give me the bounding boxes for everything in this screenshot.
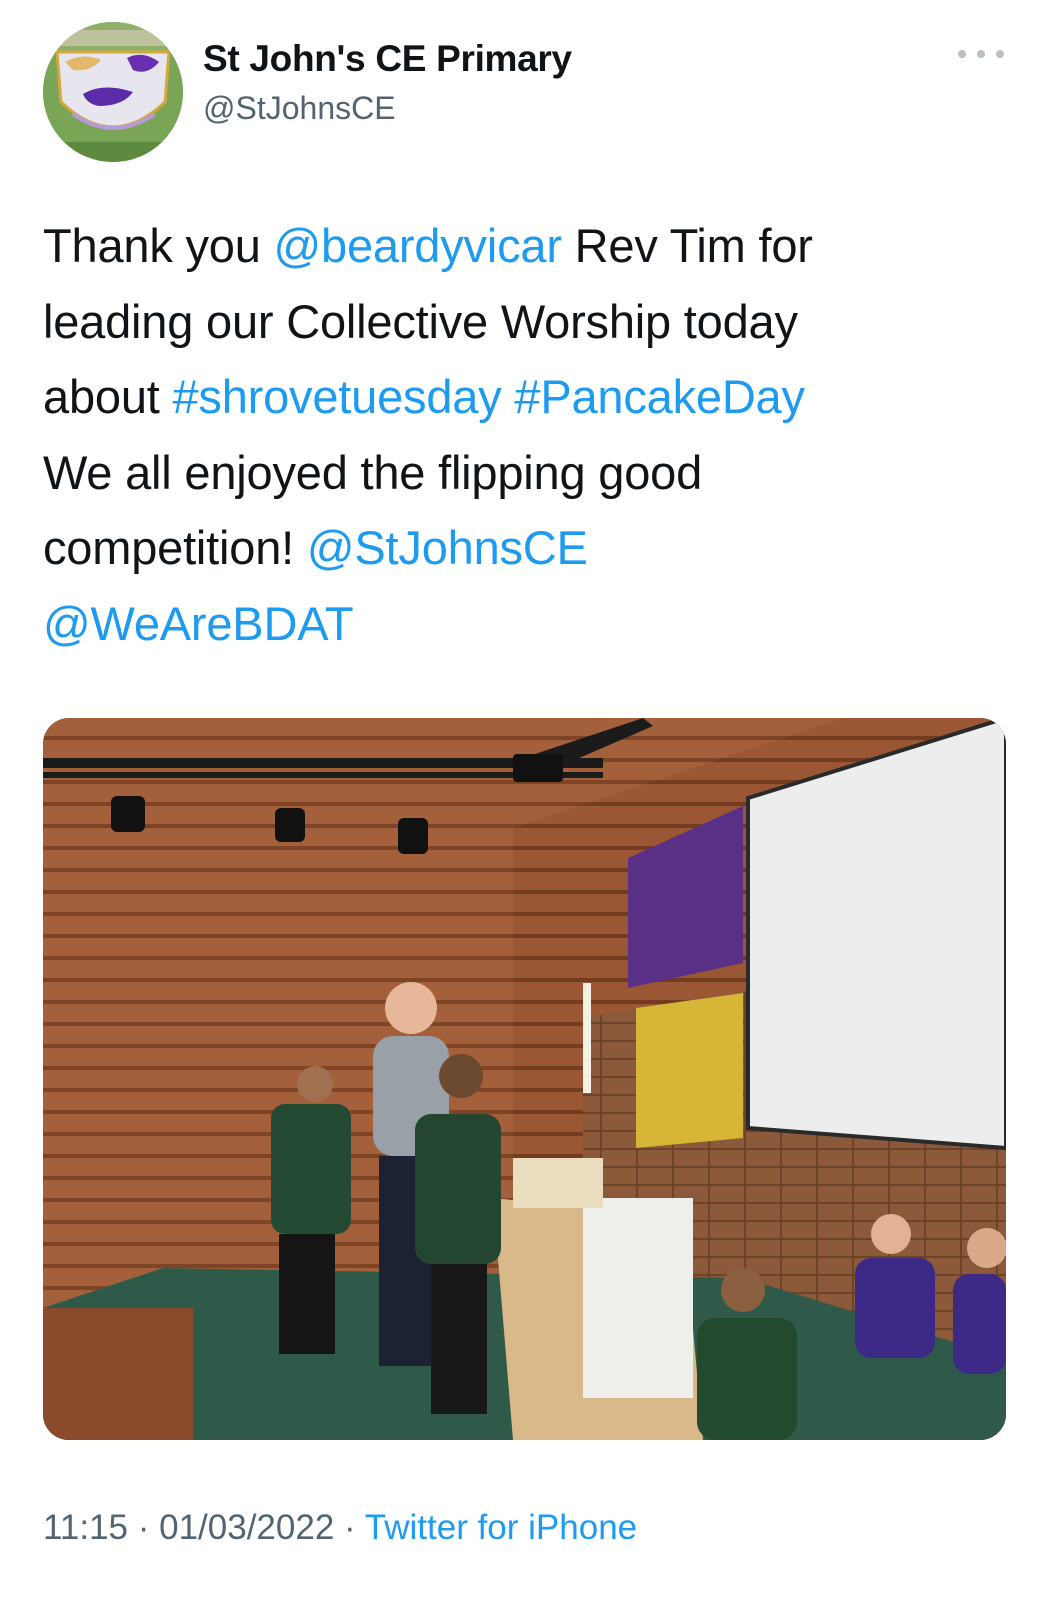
meta-separator: · xyxy=(137,1508,150,1547)
tweet-text-segment: leading our Collective Worship today xyxy=(43,294,798,348)
tweet-text-segment: Rev Tim for xyxy=(561,219,813,272)
tweet-text-segment: Thank you xyxy=(43,219,274,272)
mention-link[interactable]: @StJohnsCE xyxy=(307,521,588,574)
tweet-line: Thank you @beardyvicar Rev Tim for xyxy=(43,208,1003,284)
hashtag-link[interactable]: #PancakeDay xyxy=(514,370,805,423)
tweet-source-link[interactable]: Twitter for iPhone xyxy=(365,1508,637,1547)
tweet-text-segment: competition! xyxy=(43,521,307,574)
tweet-line: competition! @StJohnsCE xyxy=(43,510,1003,586)
tweet-photo[interactable] xyxy=(43,718,1006,1440)
tweet-line: about #shrovetuesday #PancakeDay xyxy=(43,359,1003,435)
mention-link[interactable]: @WeAreBDAT xyxy=(43,597,354,650)
more-options-icon[interactable] xyxy=(958,44,1004,64)
mention-link[interactable]: @beardyvicar xyxy=(274,219,562,272)
meta-separator: · xyxy=(344,1508,356,1547)
tweet-line: @WeAreBDAT xyxy=(43,586,1003,662)
tweet-text-segment: about xyxy=(43,370,173,423)
hashtag-link[interactable]: #shrovetuesday xyxy=(172,370,501,423)
tweet-text: Thank you @beardyvicar Rev Tim for leadi… xyxy=(43,208,1003,661)
tweet-meta: 11:15 · 01/03/2022 · Twitter for iPhone xyxy=(43,1508,637,1548)
author-handle[interactable]: @StJohnsCE xyxy=(203,90,396,127)
photo-worship-hall xyxy=(43,718,1006,1440)
tweet-line: We all enjoyed the flipping good xyxy=(43,435,1003,511)
avatar[interactable] xyxy=(43,22,183,162)
tweet-date[interactable]: 01/03/2022 xyxy=(159,1508,334,1547)
tweet-text-segment xyxy=(502,370,515,423)
school-badge-icon xyxy=(43,22,183,162)
author-display-name[interactable]: St John's CE Primary xyxy=(203,38,572,80)
tweet-text-segment: We all enjoyed the flipping good xyxy=(43,445,703,499)
tweet-time[interactable]: 11:15 xyxy=(43,1508,128,1547)
tweet-line: leading our Collective Worship today xyxy=(43,284,1003,360)
